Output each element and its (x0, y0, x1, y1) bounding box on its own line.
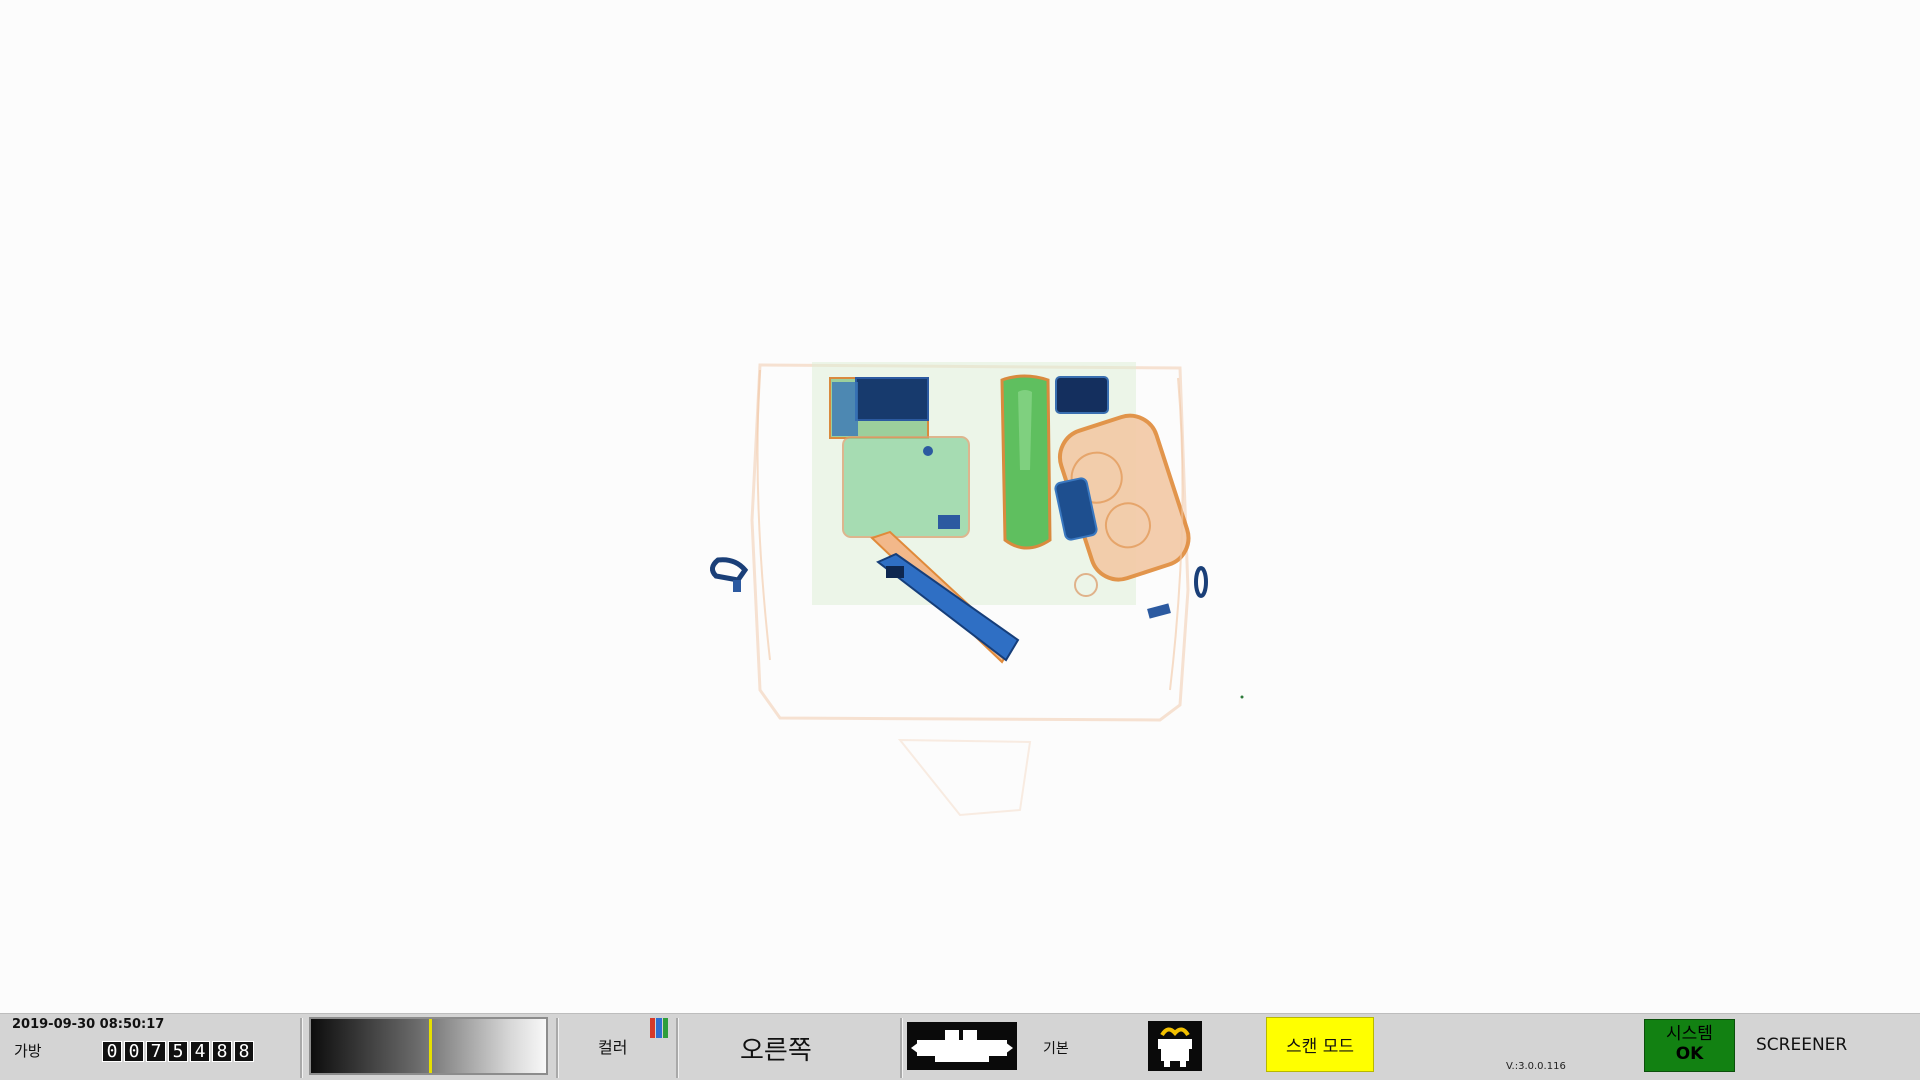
bag-counter-digit: 7 (146, 1041, 166, 1062)
bag-counter-digit: 0 (102, 1041, 122, 1062)
status-bar: 2019-09-30 08:50:17 가방 0 0 7 5 4 8 8 컬러 … (0, 1013, 1920, 1080)
bag-counter-digit: 8 (234, 1041, 254, 1062)
user-role-label: SCREENER (1756, 1035, 1848, 1055)
color-bars-icon[interactable] (650, 1018, 668, 1038)
operator-bag-icon[interactable] (1148, 1021, 1202, 1071)
xray-image-viewport[interactable] (0, 0, 1920, 1013)
divider (900, 1018, 903, 1078)
belt-direction-label[interactable]: 오른쪽 (740, 1030, 812, 1067)
system-status-value: OK (1675, 1044, 1704, 1064)
color-mode-label[interactable]: 컬러 (598, 1034, 627, 1058)
divider (300, 1018, 303, 1078)
divider (556, 1018, 559, 1078)
contrast-slider-handle[interactable] (429, 1019, 432, 1073)
bag-counter-digit: 0 (124, 1041, 144, 1062)
conveyor-belt-icon-graphic (911, 1030, 1013, 1062)
conveyor-belt-icon[interactable] (907, 1022, 1017, 1070)
scan-datetime: 2019-09-30 08:50:17 (12, 1017, 165, 1032)
bag-counter-digit: 5 (168, 1041, 188, 1062)
bag-counter-digit: 4 (190, 1041, 210, 1062)
bag-counter-label: 가방 (14, 1042, 42, 1060)
bag-counter-digit: 8 (212, 1041, 232, 1062)
system-status-indicator: 시스템 OK (1644, 1019, 1735, 1072)
operator-bag-icon-graphic (1158, 1027, 1192, 1067)
bag-counter: 0 0 7 5 4 8 8 (102, 1041, 254, 1062)
scan-mode-button[interactable]: 스캔 모드 (1266, 1017, 1374, 1072)
system-status-label: 시스템 (1666, 1024, 1713, 1044)
image-mode-label[interactable]: 기본 (1043, 1038, 1069, 1058)
divider (676, 1018, 679, 1078)
grayscale-contrast-slider[interactable] (309, 1017, 548, 1075)
xray-scan-image (710, 362, 1244, 817)
software-version: V.:3.0.0.116 (1506, 1061, 1566, 1072)
